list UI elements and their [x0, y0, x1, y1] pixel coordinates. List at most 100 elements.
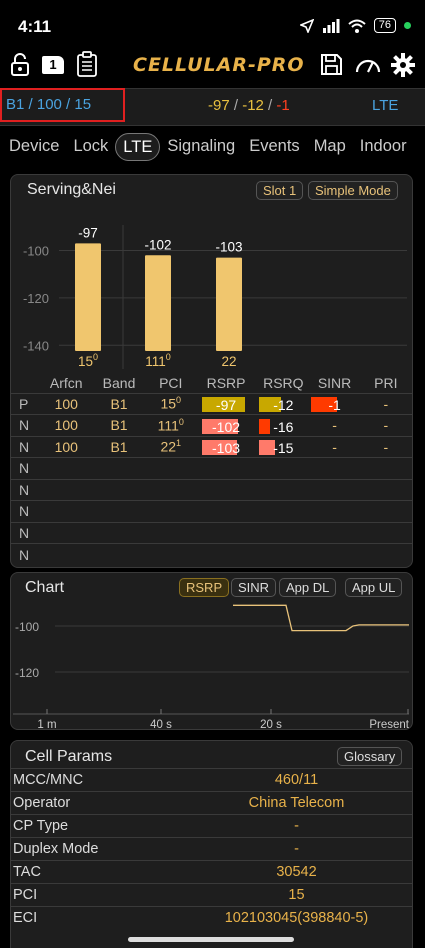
location-arrow-icon [299, 18, 314, 33]
settings-gear-icon[interactable] [391, 53, 415, 77]
bar-value-label: -102 [144, 237, 171, 252]
rsrq-cell: -12 [257, 392, 310, 415]
param-row: MCC/MNC 460/11 [11, 768, 412, 792]
param-value: - [181, 837, 412, 861]
param-key: Duplex Mode [11, 837, 181, 861]
empty-cell [309, 543, 360, 565]
rsrp-cell-value: -103 [212, 440, 241, 457]
rsrp-cell-meter: -97 [202, 397, 250, 413]
chart-app-ul-button[interactable]: App UL [345, 578, 403, 597]
rsrq-summary: -12 [242, 97, 264, 114]
row-type: N [11, 521, 42, 544]
cell-params-panel: Cell Params Glossary MCC/MNC 460/11 Operat… [10, 740, 413, 948]
cell-params-table: MCC/MNC 460/11 Operator China Telecom CP Typ… [11, 768, 412, 930]
lock-icon[interactable] [10, 53, 30, 77]
tab-lte[interactable]: LTE [115, 133, 161, 161]
app-logo-title: CELLULAR-PRO [133, 54, 305, 76]
table-header-rsrq: RSRQ [263, 374, 304, 391]
glossary-button[interactable]: Glossary [337, 747, 403, 766]
pri-cell: - [359, 414, 412, 436]
table-row: N 100 B1 1110 -102 -16- - [11, 414, 412, 436]
param-key: Operator [11, 791, 181, 815]
rsrp-series-line [233, 604, 409, 632]
band-arfcn-pci-summary[interactable]: B1 / 100 / 15 [0, 88, 125, 122]
rsrq-cell: -16 [257, 414, 310, 436]
status-bar: 4:11 76 [0, 0, 425, 48]
row-type: N [11, 478, 42, 501]
param-key: MCC/MNC [11, 768, 181, 792]
slot-button[interactable]: Slot 1 [256, 181, 304, 200]
rsrq-cell-value: -16 [273, 418, 294, 435]
empty-cell [309, 500, 360, 522]
param-value: 102103045(398840-5) [181, 906, 412, 930]
sinr-summary: -1 [276, 97, 290, 114]
tab-lock[interactable]: Lock [66, 133, 115, 161]
band-cell: B1 [91, 392, 147, 415]
empty-cell [194, 478, 258, 501]
param-value: 460/11 [181, 768, 412, 792]
empty-cell [41, 500, 92, 522]
chart-rsrp-button[interactable]: RSRP [179, 578, 230, 597]
empty-cell [257, 478, 310, 501]
empty-cell [257, 543, 310, 565]
line-x-tick: Present [369, 719, 409, 728]
chart-app-dl-button[interactable]: App DL [279, 578, 337, 597]
tab-events[interactable]: Events [242, 133, 306, 161]
empty-cell [257, 500, 310, 522]
wifi-icon [348, 19, 366, 33]
empty-cell [41, 478, 92, 501]
empty-cell [359, 457, 412, 479]
sinr-cell: - [309, 435, 360, 458]
sim-card-icon[interactable]: 1 [42, 56, 64, 74]
arfcn-cell: 100 [41, 435, 92, 458]
table-row: N [11, 521, 412, 544]
battery-indicator: 76 [373, 18, 396, 33]
table-row: N [11, 500, 412, 522]
cell-params-title: Cell Params [25, 748, 113, 765]
empty-cell [41, 543, 92, 565]
empty-cell [194, 457, 258, 479]
empty-cell [194, 521, 258, 544]
cell-table: Arfcn Band PCI RSRP RSRQ SINR PRI P 100 B1 150 -97… [11, 373, 412, 565]
param-value: 15 [181, 883, 412, 907]
status-icons: 76 [299, 18, 411, 33]
empty-cell [359, 478, 412, 501]
pri-cell: - [359, 392, 412, 415]
tab-indoor[interactable]: Indoor [353, 133, 414, 161]
table-header-arfcn: Arfcn [49, 374, 83, 391]
bar-y-tick: -120 [23, 291, 49, 306]
empty-cell [359, 500, 412, 522]
chart-sinr-button[interactable]: SINR [231, 578, 277, 597]
param-row: Duplex Mode - [11, 837, 412, 861]
empty-cell [91, 457, 147, 479]
rsrp-cell-meter: -102 [202, 418, 250, 435]
param-row: TAC 30542 [11, 860, 412, 884]
clipboard-icon[interactable] [76, 51, 98, 78]
param-row: CP Type - [11, 814, 412, 838]
speedometer-icon[interactable] [354, 56, 382, 74]
arfcn-cell: 100 [41, 414, 92, 436]
empty-cell [91, 478, 147, 501]
table-row: N [11, 457, 412, 479]
table-header-pri: PRI [374, 374, 398, 391]
line-x-tick: 20 s [260, 719, 282, 728]
signal-bar [145, 255, 171, 351]
tab-map[interactable]: Map [307, 133, 353, 161]
rsrp-cell: -97 [194, 392, 258, 415]
simple-mode-button[interactable]: Simple Mode [308, 181, 398, 200]
table-header-rsrp: RSRP [206, 374, 246, 391]
home-indicator[interactable] [128, 937, 294, 942]
signal-bar [216, 257, 242, 351]
tab-device[interactable]: Device [0, 133, 66, 161]
empty-cell [146, 457, 195, 479]
tab-signaling[interactable]: Signaling [160, 133, 242, 161]
table-header-band: Band [102, 374, 136, 391]
serving-neighbor-panel: Serving&Nei Slot 1 Simple Mode -100 -120-… [10, 174, 413, 568]
rsrp-summary: -97 [208, 97, 230, 114]
line-x-tick: 40 s [150, 719, 172, 728]
pci-value: 111 [157, 417, 179, 434]
chart-panel-title: Chart [25, 579, 65, 596]
row-type: N [11, 543, 42, 565]
rsrp-cell: -102 [194, 414, 258, 436]
save-icon[interactable] [320, 53, 343, 76]
